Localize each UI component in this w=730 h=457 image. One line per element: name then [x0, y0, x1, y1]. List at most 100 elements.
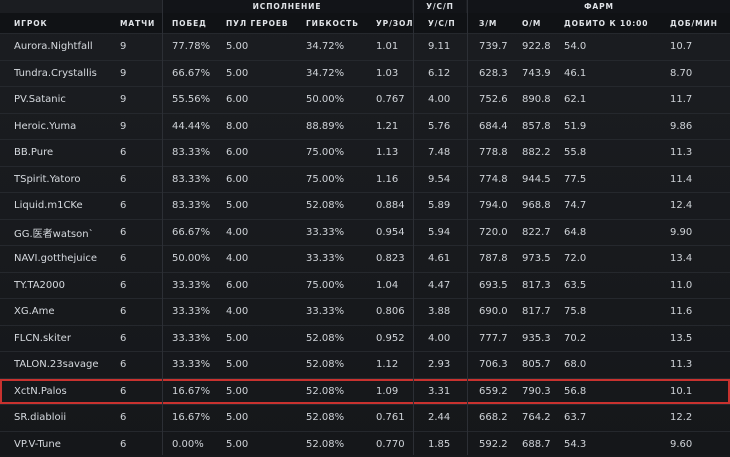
cell-player: BB.Pure: [14, 140, 114, 166]
table-row[interactable]: Aurora.Nightfall977.78%5.0034.72%1.019.1…: [0, 33, 730, 60]
cell-kda: 3.31: [428, 379, 466, 405]
cell-matches: 6: [120, 220, 160, 246]
cell-kda: 1.85: [428, 432, 466, 457]
cell-lhpm: 11.4: [670, 167, 728, 193]
column-header-flexibility[interactable]: ГИБКОСТЬ: [306, 13, 372, 33]
cell-player: Aurora.Nightfall: [14, 34, 114, 60]
cell-kda: 6.12: [428, 61, 466, 87]
table-row[interactable]: Tundra.Crystallis966.67%5.0034.72%1.036.…: [0, 60, 730, 87]
column-header-lhpm[interactable]: ДОБ/МИН: [670, 13, 728, 33]
cell-player: FLCN.skiter: [14, 326, 114, 352]
cell-xpm: 890.8: [522, 87, 562, 113]
cell-player: NAVI.gotthejuice: [14, 246, 114, 272]
cell-wins: 83.33%: [172, 167, 222, 193]
cell-wins: 16.67%: [172, 379, 222, 405]
table-row[interactable]: Liquid.m1CKe683.33%5.0052.08%0.8845.8979…: [0, 192, 730, 219]
table-row-highlighted[interactable]: XctN.Palos616.67%5.0052.08%1.093.31659.2…: [0, 378, 730, 405]
cell-flexibility: 75.00%: [306, 167, 372, 193]
table-row[interactable]: VP.V-Tune60.00%5.0052.08%0.7701.85592.26…: [0, 431, 730, 457]
column-header-player[interactable]: ИГРОК: [14, 13, 114, 33]
table-row[interactable]: TSpirit.Yatoro683.33%6.0075.00%1.169.547…: [0, 166, 730, 193]
cell-dmg-gold: 0.823: [376, 246, 414, 272]
column-group-header: ИСПОЛНЕНИЕ У/С/П ФАРМ: [0, 0, 730, 13]
table-row[interactable]: BB.Pure683.33%6.0075.00%1.137.48778.8882…: [0, 139, 730, 166]
column-group-divider: [413, 0, 414, 455]
cell-wins: 50.00%: [172, 246, 222, 272]
table-row[interactable]: TALON.23savage633.33%5.0052.08%1.122.937…: [0, 351, 730, 378]
cell-lhpm: 12.4: [670, 193, 728, 219]
cell-dmg-gold: 0.761: [376, 405, 414, 431]
cell-lhpm: 11.7: [670, 87, 728, 113]
table-row[interactable]: Heroic.Yuma944.44%8.0088.89%1.215.76684.…: [0, 113, 730, 140]
cell-hero-pool: 5.00: [226, 405, 304, 431]
cell-lh10: 54.3: [564, 432, 668, 457]
cell-gpm: 668.2: [479, 405, 517, 431]
cell-hero-pool: 5.00: [226, 352, 304, 378]
group-header-ksp: У/С/П: [414, 0, 466, 13]
cell-matches: 9: [120, 87, 160, 113]
cell-hero-pool: 8.00: [226, 114, 304, 140]
cell-player: SR.diabloii: [14, 405, 114, 431]
table-row[interactable]: PV.Satanic955.56%6.0050.00%0.7674.00752.…: [0, 86, 730, 113]
column-header-kda[interactable]: У/С/П: [428, 13, 466, 33]
cell-gpm: 659.2: [479, 379, 517, 405]
table-row[interactable]: FLCN.skiter633.33%5.0052.08%0.9524.00777…: [0, 325, 730, 352]
cell-lh10: 55.8: [564, 140, 668, 166]
cell-lh10: 54.0: [564, 34, 668, 60]
cell-dmg-gold: 0.952: [376, 326, 414, 352]
cell-hero-pool: 5.00: [226, 379, 304, 405]
cell-dmg-gold: 0.767: [376, 87, 414, 113]
cell-xpm: 790.3: [522, 379, 562, 405]
cell-kda: 4.00: [428, 326, 466, 352]
cell-flexibility: 75.00%: [306, 140, 372, 166]
cell-dmg-gold: 1.01: [376, 34, 414, 60]
table-row[interactable]: GG.医者watson`666.67%4.0033.33%0.9545.9472…: [0, 219, 730, 246]
cell-lh10: 77.5: [564, 167, 668, 193]
column-header-matches[interactable]: МАТЧИ: [120, 13, 160, 33]
table-row[interactable]: TY.TA2000633.33%6.0075.00%1.044.47693.58…: [0, 272, 730, 299]
cell-hero-pool: 6.00: [226, 167, 304, 193]
cell-kda: 2.93: [428, 352, 466, 378]
cell-lhpm: 10.7: [670, 34, 728, 60]
column-header-hero-pool[interactable]: ПУЛ ГЕРОЕВ: [226, 13, 304, 33]
cell-xpm: 817.3: [522, 273, 562, 299]
cell-kda: 5.76: [428, 114, 466, 140]
column-header-xpm[interactable]: О/М: [522, 13, 562, 33]
cell-player: PV.Satanic: [14, 87, 114, 113]
table-row[interactable]: SR.diabloii616.67%5.0052.08%0.7612.44668…: [0, 404, 730, 431]
cell-kda: 4.00: [428, 87, 466, 113]
cell-lhpm: 11.6: [670, 299, 728, 325]
cell-gpm: 739.7: [479, 34, 517, 60]
cell-matches: 6: [120, 405, 160, 431]
table-row[interactable]: NAVI.gotthejuice650.00%4.0033.33%0.8234.…: [0, 245, 730, 272]
cell-lhpm: 10.1: [670, 379, 728, 405]
column-header-wins[interactable]: ПОБЕД: [172, 13, 222, 33]
cell-hero-pool: 6.00: [226, 273, 304, 299]
cell-hero-pool: 5.00: [226, 193, 304, 219]
cell-xpm: 857.8: [522, 114, 562, 140]
cell-gpm: 774.8: [479, 167, 517, 193]
cell-kda: 5.89: [428, 193, 466, 219]
cell-dmg-gold: 1.21: [376, 114, 414, 140]
cell-lh10: 74.7: [564, 193, 668, 219]
column-header-dmg-gold[interactable]: УР/ЗОЛ: [376, 13, 414, 33]
cell-matches: 6: [120, 273, 160, 299]
cell-kda: 9.11: [428, 34, 466, 60]
cell-lh10: 62.1: [564, 87, 668, 113]
cell-dmg-gold: 0.770: [376, 432, 414, 457]
cell-flexibility: 33.33%: [306, 246, 372, 272]
cell-matches: 9: [120, 114, 160, 140]
table-row[interactable]: XG.Ame633.33%4.0033.33%0.8063.88690.0817…: [0, 298, 730, 325]
cell-dmg-gold: 1.12: [376, 352, 414, 378]
cell-lhpm: 13.5: [670, 326, 728, 352]
cell-kda: 5.94: [428, 220, 466, 246]
column-header-lh10[interactable]: ДОБИТО К 10:00: [564, 13, 668, 33]
column-header-gpm[interactable]: З/М: [479, 13, 517, 33]
cell-flexibility: 75.00%: [306, 273, 372, 299]
cell-wins: 66.67%: [172, 61, 222, 87]
cell-dmg-gold: 1.04: [376, 273, 414, 299]
column-header-row: ИГРОК МАТЧИ ПОБЕДПУЛ ГЕРОЕВГИБКОСТЬУР/ЗОЛ У…: [0, 13, 730, 33]
cell-xpm: 935.3: [522, 326, 562, 352]
cell-xpm: 822.7: [522, 220, 562, 246]
cell-player: XG.Ame: [14, 299, 114, 325]
